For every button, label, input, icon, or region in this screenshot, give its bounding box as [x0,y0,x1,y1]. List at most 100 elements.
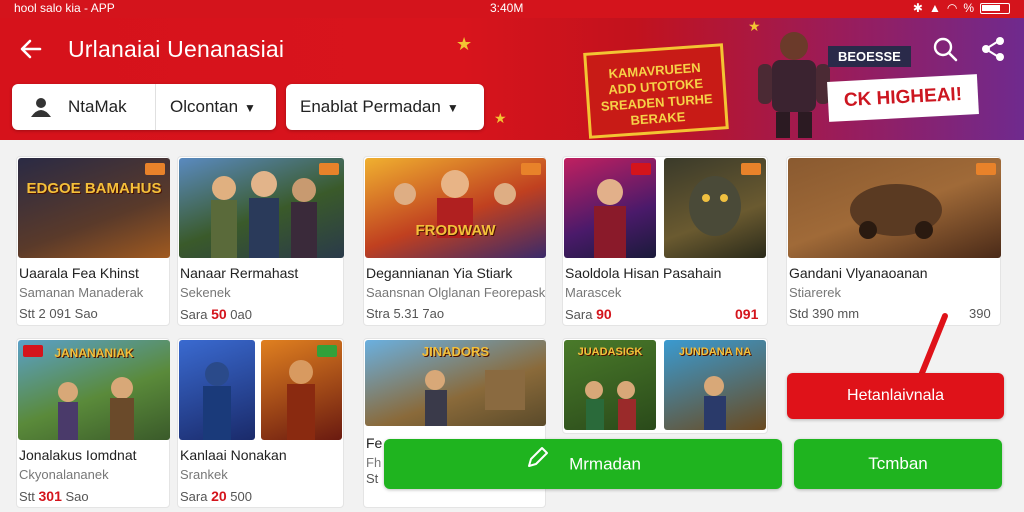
game-card[interactable]: Nanaar Rermahast Sekenek Sara 50 0a0 [177,156,344,326]
status-app-label: hool salo kia - APP [14,1,115,15]
game-thumbnail [179,340,255,440]
secondary-action-button[interactable]: Hetanlaivnala [787,373,1004,419]
banner-cta-button[interactable]: CK HIGHEAI! [827,74,979,122]
price-suffix: Sao [61,489,89,504]
price-prefix: Stt [19,489,39,504]
game-card[interactable]: Saoldola Hisan Pasahain Marascek Sara 90… [562,156,768,326]
game-card[interactable]: JUADASIGK JUNDANA NA [562,338,768,434]
rating-badge [317,345,337,357]
promo-banner-sign[interactable]: KAMAVRUEEN ADD UTOTOKE SREADEN TURHE BER… [583,43,729,139]
hero-art [704,376,726,430]
game-title: Jonalakus Iomdnat [19,447,137,463]
vehicle-art [850,184,942,239]
star-decoration: ★ [456,34,473,54]
game-price-alt: 091 [735,306,758,322]
price-suffix: 2 091 Sao [38,306,98,321]
battery-percent: % [963,1,974,15]
game-subtitle: Srankek [180,467,228,482]
game-title: Kanlaai Nonakan [180,447,287,463]
game-subtitle: Ckyonalananek [19,467,109,482]
game-title: Uaarala Fea Khinst [19,265,139,281]
game-price: Sara 50 0a0 [180,306,252,322]
game-thumbnail [788,158,1001,258]
game-card[interactable]: JANANANIAK Jonalakus Iomdnat Ckyonalanan… [16,338,170,508]
sort-filter-label: Enablat Permadan ▼ [300,97,459,117]
sort-filter-dropdown[interactable]: Enablat Permadan ▼ [286,84,484,130]
game-card[interactable]: EDGOE BAMAHUS Uaarala Fea Khinst Samanan… [16,156,170,326]
price-prefix: Sara [180,489,212,504]
user-group-icon [30,97,52,122]
page-title: Urlanaiai Uenanasiai [68,36,285,62]
status-bar: hool salo kia - APP 3:40M ✱ ▲ ◠ % [0,0,1024,18]
back-arrow-icon[interactable] [18,36,46,64]
chevron-down-icon: ▼ [244,101,256,115]
game-subtitle: Stiarerek [789,285,842,300]
status-time: 3:40M [490,1,524,15]
price-value: 50 [211,306,227,322]
price-prefix: Sara [180,307,212,322]
rating-badge [319,163,339,175]
game-title: Saoldola Hisan Pasahain [565,265,722,281]
game-title: Nanaar Rermahast [180,265,299,281]
game-thumbnail: EDGOE BAMAHUS [18,158,170,258]
rating-badge [521,163,541,175]
game-subtitle: Marascek [565,285,622,300]
vibrate-icon: ✱ [912,1,923,15]
game-price: Stt 301 Sao [19,488,89,504]
sort-filter-text: Enablat Permadan [300,97,441,116]
price-suffix: 500 [226,489,252,504]
filter-chip[interactable]: NtaMak [12,84,156,130]
rating-badge [145,163,165,175]
game-price-alt: 390 [969,306,991,321]
heroes-art [394,170,516,238]
game-thumbnail [261,340,342,440]
thumbnail-title: JANANANIAK [54,346,134,360]
banner-badge: BEOESSE [828,46,911,67]
filter-value-text: Olcontan [170,97,239,116]
rating-badge [741,163,761,175]
game-thumbnail: JINADORS [365,340,546,426]
price-prefix: Sara [565,307,597,322]
game-title: Fe [366,435,383,451]
game-thumbnail: FRODWAW [365,158,546,258]
tertiary-action-button[interactable]: Tcmban [794,439,1002,489]
game-price: Stra 5.31 7ao [366,306,445,321]
pointer-decoration [917,313,948,381]
game-title: Gandani Vlyanaoanan [789,265,928,281]
game-thumbnail: JUNDANA NA [664,340,766,430]
game-thumbnail [179,158,344,258]
game-price: Sara 90 [565,306,612,322]
share-icon[interactable] [978,34,1008,64]
search-icon[interactable] [930,34,960,64]
price-value: 091 [735,306,759,322]
game-thumbnail: JUADASIGK [564,340,656,430]
status-icons: ✱ ▲ ◠ % [913,1,1010,15]
price-prefix: Stt [19,306,39,321]
game-subtitle: Saansnan Olglanan Feorepask [366,285,546,300]
price-value: 20 [211,488,227,504]
game-card[interactable]: FRODWAW Degannianan Yia Stiark Saansnan … [363,156,546,326]
chevron-down-icon: ▼ [446,101,459,115]
game-thumbnail: JANANANIAK [18,340,170,440]
game-subtitle: Fh [366,455,382,470]
game-thumbnail [564,158,656,258]
rating-badge [976,163,996,175]
battery-icon [980,2,1010,14]
game-price: St [366,471,379,486]
game-card[interactable]: Gandani Vlyanaoanan Stiarerek Std 390 mm… [786,156,1001,326]
filter-chip-label: NtaMak [68,97,127,116]
thumbnail-title: FRODWAW [415,222,496,239]
category-filter-dropdown[interactable]: NtaMak Olcontan ▼ [12,84,276,130]
game-price: Std 390 mm [789,306,860,321]
game-thumbnail [664,158,766,258]
price-value: 90 [596,306,612,322]
game-subtitle: Samanan Manaderak [19,285,144,300]
price-value: 301 [38,488,62,504]
rating-badge [631,163,651,175]
game-subtitle: Sekenek [180,285,231,300]
rating-badge [23,345,43,357]
filter-value: Olcontan ▼ [170,97,256,117]
game-card[interactable]: Kanlaai Nonakan Srankek Sara 20 500 [177,338,344,508]
primary-action-button[interactable]: Mrmadan [384,439,782,489]
hero-art [203,362,231,440]
